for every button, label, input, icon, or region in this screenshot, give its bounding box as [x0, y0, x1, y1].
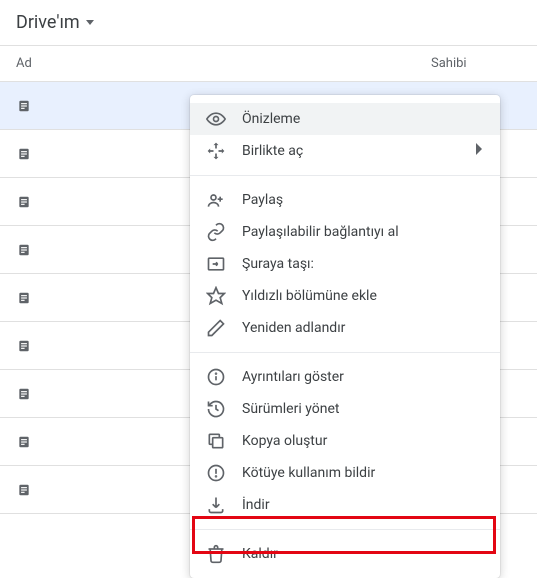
menu-report[interactable]: Kötüye kullanım bildir	[190, 457, 500, 489]
forms-icon	[16, 434, 32, 450]
open-with-icon	[206, 141, 226, 161]
breadcrumb-label: Drive'ım	[16, 12, 80, 33]
forms-icon	[16, 98, 32, 114]
chevron-right-icon	[476, 143, 484, 159]
menu-label: Yeniden adlandır	[242, 320, 484, 336]
history-icon	[206, 399, 226, 419]
menu-copy[interactable]: Kopya oluştur	[190, 425, 500, 457]
trash-icon	[206, 544, 226, 564]
menu-label: Önizleme	[242, 111, 484, 127]
menu-label: Sürümleri yönet	[242, 401, 484, 417]
menu-rename[interactable]: Yeniden adlandır	[190, 312, 500, 344]
menu-share[interactable]: Paylaş	[190, 184, 500, 216]
menu-label: Birlikte aç	[242, 143, 476, 159]
menu-versions[interactable]: Sürümleri yönet	[190, 393, 500, 425]
star-icon	[206, 286, 226, 306]
menu-label: Kötüye kullanım bildir	[242, 465, 484, 481]
breadcrumb[interactable]: Drive'ım	[0, 0, 537, 45]
menu-label: Paylaşılabilir bağlantıyı al	[242, 224, 484, 240]
menu-details[interactable]: Ayrıntıları göster	[190, 361, 500, 393]
forms-icon	[16, 290, 32, 306]
forms-icon	[16, 338, 32, 354]
menu-separator	[190, 352, 500, 353]
forms-icon	[16, 146, 32, 162]
link-icon	[206, 222, 226, 242]
menu-label: Şuraya taşı:	[242, 256, 484, 272]
caret-down-icon	[86, 20, 94, 25]
forms-icon	[16, 194, 32, 210]
menu-label: Kopya oluştur	[242, 433, 484, 449]
column-name[interactable]: Ad	[16, 56, 431, 71]
menu-label: Ayrıntıları göster	[242, 369, 484, 385]
menu-remove[interactable]: Kaldır	[190, 538, 500, 570]
menu-separator	[190, 529, 500, 530]
menu-separator	[190, 175, 500, 176]
column-owner[interactable]: Sahibi	[431, 56, 521, 71]
menu-star[interactable]: Yıldızlı bölümüne ekle	[190, 280, 500, 312]
menu-move-to[interactable]: Şuraya taşı:	[190, 248, 500, 280]
forms-icon	[16, 386, 32, 402]
menu-preview[interactable]: Önizleme	[190, 103, 500, 135]
forms-icon	[16, 482, 32, 498]
forms-icon	[16, 242, 32, 258]
report-icon	[206, 463, 226, 483]
menu-download[interactable]: İndir	[190, 489, 500, 521]
context-menu: Önizleme Birlikte aç Paylaş Paylaşılabil…	[190, 95, 500, 578]
menu-label: İndir	[242, 497, 484, 513]
menu-get-link[interactable]: Paylaşılabilir bağlantıyı al	[190, 216, 500, 248]
share-icon	[206, 190, 226, 210]
menu-open-with[interactable]: Birlikte aç	[190, 135, 500, 167]
info-icon	[206, 367, 226, 387]
menu-label: Paylaş	[242, 192, 484, 208]
eye-icon	[206, 109, 226, 129]
menu-label: Yıldızlı bölümüne ekle	[242, 288, 484, 304]
pencil-icon	[206, 318, 226, 338]
table-header: Ad Sahibi	[0, 45, 537, 82]
move-icon	[206, 254, 226, 274]
menu-label: Kaldır	[242, 546, 484, 562]
copy-icon	[206, 431, 226, 451]
download-icon	[206, 495, 226, 515]
